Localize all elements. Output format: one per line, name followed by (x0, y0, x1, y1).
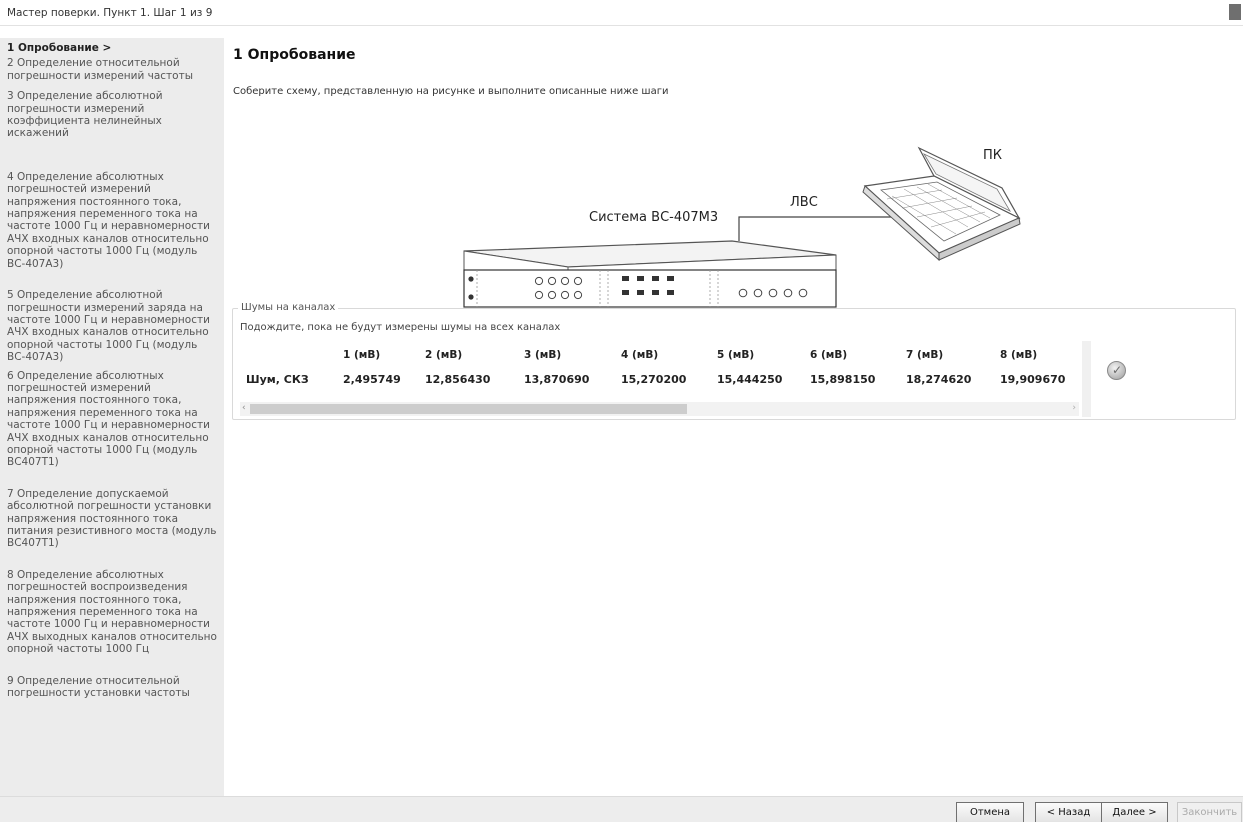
system-device-illustration (463, 240, 837, 308)
channel-value: 15,270200 (621, 373, 687, 386)
table-vertical-scrollbar[interactable] (1082, 341, 1091, 417)
lan-label: ЛВС (790, 195, 818, 210)
instruction-text: Соберите схему, представленную на рисунк… (233, 86, 669, 97)
sidebar-item-8[interactable]: 8 Определение абсолютных погрешностей во… (7, 569, 218, 656)
channel-value: 15,444250 (717, 373, 783, 386)
noise-table: Шум, СКЗ 1 (мВ) 2,495749 2 (мВ) 12,85643… (240, 339, 1086, 397)
sidebar-item-2[interactable]: 2 Определение относительной погрешности … (7, 57, 218, 82)
channel-header: 3 (мВ) (524, 349, 562, 361)
back-button[interactable]: < Назад (1035, 802, 1102, 822)
channel-value: 12,856430 (425, 373, 491, 386)
table-horizontal-scrollbar[interactable]: ‹ › (240, 402, 1079, 416)
noise-row-label: Шум, СКЗ (246, 373, 309, 386)
sidebar-item-9[interactable]: 9 Определение относительной погрешности … (7, 675, 218, 700)
channel-header: 5 (мВ) (717, 349, 755, 361)
channel-header: 7 (мВ) (906, 349, 944, 361)
channel-header: 1 (мВ) (343, 349, 381, 361)
channel-value: 19,909670 (1000, 373, 1066, 386)
channel-header: 6 (мВ) (810, 349, 848, 361)
scroll-left-icon[interactable]: ‹ (242, 403, 246, 413)
check-circle-icon: ✓ (1107, 361, 1126, 380)
window-title: Мастер поверки. Пункт 1. Шаг 1 из 9 (7, 7, 213, 19)
sidebar-item-1[interactable]: 1 Опробование > (7, 42, 218, 54)
page-title: 1 Опробование (233, 47, 356, 63)
channel-header: 4 (мВ) (621, 349, 659, 361)
channel-value: 18,274620 (906, 373, 972, 386)
noise-group-title: Шумы на каналах (238, 302, 339, 313)
sidebar-item-6[interactable]: 6 Определение абсолютных погрешностей из… (7, 370, 218, 469)
channel-header: 8 (мВ) (1000, 349, 1038, 361)
main-panel: 1 Опробование Соберите схему, представле… (224, 38, 1243, 796)
sidebar-item-3[interactable]: 3 Определение абсолютной погрешности изм… (7, 90, 218, 140)
noise-groupbox: Шумы на каналах Подождите, пока не будут… (232, 302, 1236, 420)
connection-diagram: Система ВС-407М3 ЛВС ПК (224, 98, 1243, 338)
title-bar: Мастер поверки. Пункт 1. Шаг 1 из 9 (0, 0, 1243, 26)
channel-value: 15,898150 (810, 373, 876, 386)
scrollbar-thumb[interactable] (250, 404, 687, 414)
finish-button[interactable]: Закончить (1177, 802, 1242, 822)
channel-value: 13,870690 (524, 373, 590, 386)
cancel-button[interactable]: Отмена (956, 802, 1024, 822)
next-button[interactable]: Далее > (1101, 802, 1168, 822)
system-label: Система ВС-407М3 (589, 210, 719, 225)
laptop-illustration (862, 146, 1021, 262)
channel-value: 2,495749 (343, 373, 401, 386)
channel-header: 2 (мВ) (425, 349, 463, 361)
wizard-footer: Отмена < Назад Далее > Закончить (0, 796, 1243, 822)
pc-label: ПК (983, 148, 1003, 163)
scroll-right-icon[interactable]: › (1072, 403, 1076, 413)
sidebar-item-7[interactable]: 7 Определение допускаемой абсолютной пог… (7, 488, 218, 550)
diagram-drawing (463, 146, 1021, 308)
noise-wait-message: Подождите, пока не будут измерены шумы н… (240, 322, 561, 333)
sidebar-item-4[interactable]: 4 Определение абсолютных погрешностей из… (7, 171, 218, 270)
steps-sidebar: 1 Опробование > 2 Определение относитель… (0, 38, 224, 796)
close-icon[interactable] (1229, 4, 1241, 20)
sidebar-item-5[interactable]: 5 Определение абсолютной погрешности изм… (7, 289, 218, 363)
